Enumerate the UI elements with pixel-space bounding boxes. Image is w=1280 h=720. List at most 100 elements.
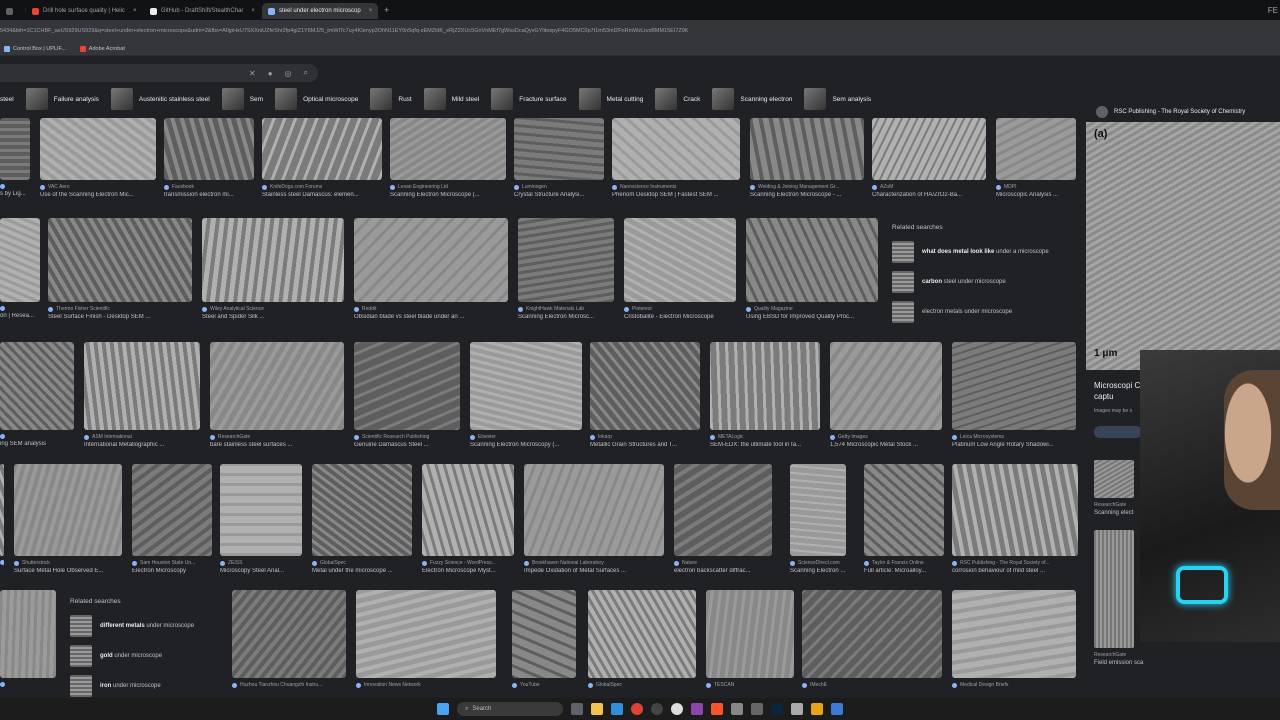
result-thumbnail[interactable]	[220, 464, 302, 556]
result-caption[interactable]: Steel Surface Finish - Desktop SEM ...	[48, 314, 192, 320]
close-tab-icon[interactable]: ×	[251, 8, 255, 14]
result-caption[interactable]: Steel and Spider Silk ...	[202, 314, 344, 320]
brave-icon[interactable]	[711, 703, 723, 715]
app-icon[interactable]	[791, 703, 803, 715]
result-thumbnail[interactable]	[470, 342, 582, 430]
edge-icon[interactable]	[611, 703, 623, 715]
result-thumbnail[interactable]	[864, 464, 944, 556]
close-tab-icon[interactable]: ×	[133, 8, 137, 14]
image-result[interactable]: Sam Houston State Un... Electron Microsco…	[132, 464, 212, 574]
result-caption[interactable]: Metallic Grain Structures and T...	[590, 442, 700, 448]
result-caption[interactable]: Stainless steel Damascus: elemen...	[262, 192, 382, 198]
result-thumbnail[interactable]	[14, 464, 122, 556]
windows-start-icon[interactable]	[437, 703, 449, 715]
result-thumbnail[interactable]	[790, 464, 846, 556]
image-result[interactable]: RSC Publishing - The Royal Society of...…	[952, 464, 1078, 574]
result-caption[interactable]: Using EBSD for Improved Quality Proc...	[746, 314, 878, 320]
result-thumbnail[interactable]	[518, 218, 614, 302]
image-result[interactable]: Scientific Research Publishing Genuine Da…	[354, 342, 460, 448]
filter-chip[interactable]: Failure analysis	[25, 88, 99, 110]
result-thumbnail[interactable]	[952, 464, 1078, 556]
result-thumbnail[interactable]	[588, 590, 696, 678]
image-result[interactable]: TESCAN	[706, 590, 794, 690]
result-thumbnail[interactable]	[422, 464, 514, 556]
file-explorer-icon[interactable]	[591, 703, 603, 715]
result-caption[interactable]: bare stainless steel surfaces ...	[210, 442, 344, 448]
app-icon[interactable]	[691, 703, 703, 715]
image-result[interactable]: Lexan Engineering Ltd Scanning Electron M…	[390, 118, 506, 198]
result-thumbnail[interactable]	[996, 118, 1076, 180]
image-result[interactable]: Innovation News Network	[356, 590, 496, 690]
linkedin-icon[interactable]	[811, 703, 823, 715]
filter-chip[interactable]: Rust	[370, 88, 412, 110]
related-search-item[interactable]: what does metal look like under a micros…	[892, 237, 1049, 267]
related-thumb[interactable]	[1094, 460, 1134, 498]
result-caption[interactable]: Impede Oxidation of Metal Surfaces ...	[524, 568, 664, 574]
image-result[interactable]: Luminogen Crystal Structure Analysi...	[514, 118, 604, 198]
photoshop-icon[interactable]	[771, 703, 783, 715]
result-caption[interactable]: Scanning Electron Microsc...	[518, 314, 614, 320]
github-icon[interactable]	[671, 703, 683, 715]
image-result[interactable]: s by Lig...	[0, 118, 30, 197]
result-thumbnail[interactable]	[210, 342, 344, 430]
image-result[interactable]: Nature electron backscatter diffrac...	[674, 464, 772, 574]
result-caption[interactable]: ing SEM analysis	[0, 441, 74, 447]
result-caption[interactable]: Cristobalite - Electron Microscope	[624, 314, 736, 320]
result-thumbnail[interactable]	[0, 590, 56, 678]
image-result[interactable]	[0, 464, 4, 567]
result-thumbnail[interactable]	[354, 342, 460, 430]
result-caption[interactable]: Use of the Scanning Electron Mic...	[40, 192, 156, 198]
result-thumbnail[interactable]	[952, 342, 1076, 430]
result-thumbnail[interactable]	[312, 464, 412, 556]
tab-2[interactable]: GitHub - DraftShift/StealthChar ×	[144, 3, 262, 19]
result-caption[interactable]: Microscopy Steel Anal...	[220, 568, 302, 574]
result-caption[interactable]: Metal under the microscope ...	[312, 568, 412, 574]
image-result[interactable]: YouTube	[512, 590, 576, 690]
taskbar-search[interactable]: ⌕ Search	[457, 702, 563, 716]
preview-image[interactable]	[1086, 122, 1280, 370]
result-thumbnail[interactable]	[830, 342, 942, 430]
related-search-item[interactable]: carbon steel under microscope	[892, 267, 1049, 297]
result-thumbnail[interactable]	[0, 218, 40, 302]
image-result[interactable]: KnifeDogs.com Forums Stainless steel Dama…	[262, 118, 382, 198]
tab-3[interactable]: steel under electron microscop ×	[262, 3, 378, 19]
result-caption[interactable]: Genuine Damascus Steel ...	[354, 442, 460, 448]
result-caption[interactable]: Surface Metal Hole Observed E...	[14, 568, 122, 574]
result-thumbnail[interactable]	[590, 342, 700, 430]
image-result[interactable]: IMechE	[802, 590, 942, 690]
bookmark-control-box[interactable]: Control Box | UPLIF...	[4, 45, 66, 52]
image-result[interactable]: Wiley Analytical Science Steel and Spider…	[202, 218, 344, 320]
microphone-icon[interactable]: ●	[268, 69, 273, 78]
image-result[interactable]: Fuzzy Science - WordPress... Electron Mic…	[422, 464, 514, 574]
filter-chip[interactable]: Sem	[221, 88, 263, 110]
result-caption[interactable]: Scanning Electron Microscope - ...	[750, 192, 864, 198]
result-caption[interactable]: Scanning Electron ...	[790, 568, 846, 574]
related-search-item[interactable]: electron metals under microscope	[892, 297, 1049, 327]
visit-button[interactable]	[1094, 426, 1142, 438]
image-result[interactable]: Leica Microsystems Platinum Low Angle Rot…	[952, 342, 1076, 448]
result-thumbnail[interactable]	[232, 590, 346, 678]
image-result[interactable]: VAC Aero Use of the Scanning Electron Mic…	[40, 118, 156, 198]
search-icon[interactable]: ⌕	[304, 68, 308, 78]
result-caption[interactable]: on | Resea...	[0, 313, 40, 319]
image-result[interactable]: GlobalSpec Metal under the microscope ...	[312, 464, 412, 574]
image-result[interactable]: METALogic SEM-EDX: the ultimate tool in f…	[710, 342, 820, 448]
image-result[interactable]: Brookhaven National Laboratory Impede Oxi…	[524, 464, 664, 574]
filter-chip[interactable]: Optical microscope	[275, 88, 358, 110]
result-thumbnail[interactable]	[872, 118, 986, 180]
image-result[interactable]: Pinterest Cristobalite - Electron Microsc…	[624, 218, 736, 320]
result-thumbnail[interactable]	[164, 118, 254, 180]
image-result[interactable]: Medical Design Briefs	[952, 590, 1076, 690]
result-thumbnail[interactable]	[952, 590, 1076, 678]
image-result[interactable]: Inkarp Metallic Grain Structures and T...	[590, 342, 700, 448]
image-result[interactable]: AZoM Characterization of HA/ZrO2-Ba...	[872, 118, 986, 198]
image-result[interactable]: ScienceDirect.com Scanning Electron ...	[790, 464, 846, 574]
result-thumbnail[interactable]	[746, 218, 878, 302]
result-thumbnail[interactable]	[674, 464, 772, 556]
image-result[interactable]: MDPI Microscopic Analysis ...	[996, 118, 1076, 198]
image-result[interactable]: Reddit Obsidian blade vs steel blade unde…	[354, 218, 508, 320]
related-search-item[interactable]: gold under microscope	[70, 641, 194, 671]
result-thumbnail[interactable]	[202, 218, 344, 302]
filter-chip[interactable]: Crack	[655, 88, 700, 110]
bookmark-adobe-acrobat[interactable]: Adobe Acrobat	[79, 45, 125, 52]
